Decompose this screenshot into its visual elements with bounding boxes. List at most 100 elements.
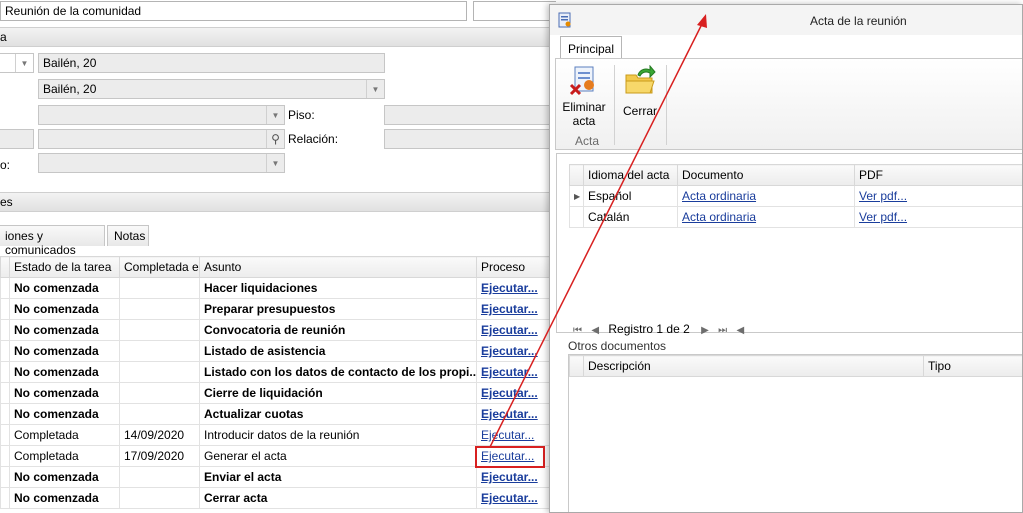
group-acta-label: Acta [575,134,600,148]
first-record-icon[interactable]: ⏮ [573,325,582,336]
col-idioma[interactable]: Idioma del acta [583,164,678,186]
col-asunto[interactable]: Asunto [199,256,477,278]
tab-principal-label: Principal [567,42,615,56]
table-row[interactable]: No comenzada Convocatoria de reunión Ejecu… [0,319,556,341]
top-right-field[interactable] [473,1,556,21]
tasks-header-row: Estado de la tarea Completada el Asunto … [0,256,556,278]
tab-comunicados[interactable]: iones y comunicados [0,225,105,257]
cell-asunto: Cierre de liquidación [199,382,477,404]
cell-fecha [119,361,200,383]
combo-field-5[interactable]: ▼ [38,153,285,173]
pdf-link[interactable]: Ver pdf... [859,210,907,224]
search-icon[interactable]: ⚲ [266,130,284,148]
table-row[interactable]: ▶ Español Acta ordinaria Ver pdf... [569,185,1022,207]
combo-field-3[interactable]: ▼ [38,105,285,125]
close-button[interactable]: Cerrar [618,64,662,118]
table-row[interactable]: Catalán Acta ordinaria Ver pdf... [569,206,1022,228]
cell-asunto: Hacer liquidaciones [199,277,477,299]
ribbon: Eliminar acta Acta Cerrar [555,58,1022,150]
table-row[interactable]: No comenzada Preparar presupuestos Ejecuta… [0,298,556,320]
meeting-title-field[interactable]: Reunión de la comunidad [0,1,467,21]
ejecutar-link[interactable]: Ejecutar... [481,491,538,505]
cell-fecha [119,298,200,320]
ejecutar-link[interactable]: Ejecutar... [481,344,538,358]
cell-fecha [119,319,200,341]
ejecutar-link[interactable]: Ejecutar... [481,386,538,400]
tab-notas[interactable]: Notas [107,225,149,246]
address-field-2-value: Bailén, 20 [43,82,97,96]
ejecutar-link[interactable]: Ejecutar... [481,365,538,379]
col-pdf[interactable]: PDF [854,164,1022,186]
piso-field[interactable] [384,105,556,125]
address-field-2[interactable]: Bailén, 20 ▼ [38,79,385,99]
table-row[interactable]: No comenzada Listado con los datos de con… [0,361,556,383]
chevron-down-icon[interactable]: ▼ [266,154,284,172]
next-record-icon[interactable]: ▶ [701,325,709,336]
cell-estado: Completada [9,445,120,467]
cell-fecha: 14/09/2020 [119,424,200,446]
table-row[interactable]: Completada 14/09/2020 Introducir datos de … [0,424,556,446]
community-window: Reunión de la comunidad a ▼ Bailén, 20 B… [0,0,556,513]
cell-asunto: Listado con los datos de contacto de los… [199,361,477,383]
section-header-2: es [0,192,556,212]
cell-estado: No comenzada [9,319,120,341]
table-row[interactable]: No comenzada Cierre de liquidación Ejecuta… [0,382,556,404]
col-estado[interactable]: Estado de la tarea [9,256,120,278]
cell-fecha [119,487,200,509]
ejecutar-link[interactable]: Ejecutar... [481,323,538,337]
acta-link[interactable]: Acta ordinaria [682,189,756,203]
chevron-down-icon[interactable]: ▼ [366,80,384,98]
chevron-down-icon[interactable]: ▼ [266,106,284,124]
col-descripcion[interactable]: Descripción [583,355,924,377]
col-tipo[interactable]: Tipo [923,355,1022,377]
cell-fecha [119,466,200,488]
ejecutar-link[interactable]: Ejecutar... [481,428,534,442]
cell-asunto: Listado de asistencia [199,340,477,362]
piso-label: Piso: [288,108,315,122]
col-proceso[interactable]: Proceso [476,256,556,278]
tab-principal[interactable]: Principal [560,36,622,59]
prev-record-icon[interactable]: ◀ [591,325,599,336]
left-field-4[interactable] [0,129,34,149]
relacion-field[interactable] [384,129,556,149]
delete-acta-label-1: Eliminar [562,100,606,114]
ribbon-separator [666,65,667,145]
cell-asunto: Cerrar acta [199,487,477,509]
address-field-1[interactable]: Bailén, 20 [38,53,385,73]
table-row[interactable]: No comenzada Enviar el acta Ejecutar... [0,466,556,488]
cell-asunto: Convocatoria de reunión [199,319,477,341]
row-indicator-header [569,164,584,186]
pdf-link[interactable]: Ver pdf... [859,189,907,203]
cell-fecha [119,277,200,299]
other-docs-panel: Descripción Tipo [568,354,1022,512]
table-row[interactable]: No comenzada Cerrar acta Ejecutar... [0,487,556,509]
delete-acta-button[interactable]: Eliminar acta [560,65,608,128]
table-row[interactable]: No comenzada Hacer liquidaciones Ejecutar.… [0,277,556,299]
cell-idioma: Español [583,185,678,207]
ejecutar-link[interactable]: Ejecutar... [481,302,538,316]
document-icon [558,12,571,28]
last-record-icon[interactable]: ⏭ [718,325,727,336]
ejecutar-link[interactable]: Ejecutar... [481,407,538,421]
chevron-down-icon[interactable]: ▼ [15,54,33,72]
cell-estado: No comenzada [9,298,120,320]
cell-estado: Completada [9,424,120,446]
cell-estado: No comenzada [9,277,120,299]
cell-asunto: Generar el acta [199,445,477,467]
ejecutar-link[interactable]: Ejecutar... [481,281,538,295]
cell-estado: No comenzada [9,382,120,404]
table-row[interactable]: No comenzada Listado de asistencia Ejecuta… [0,340,556,362]
col-documento[interactable]: Documento [677,164,855,186]
cell-asunto: Preparar presupuestos [199,298,477,320]
sort-indicator[interactable] [0,256,10,278]
acta-link[interactable]: Acta ordinaria [682,210,756,224]
table-row[interactable]: No comenzada Actualizar cuotas Ejecutar... [0,403,556,425]
col-completada[interactable]: Completada el [119,256,200,278]
ejecutar-link[interactable]: Ejecutar... [481,470,538,484]
search-field[interactable]: ⚲ [38,129,285,149]
folder-exit-icon [625,64,656,94]
scroll-left-icon[interactable]: ◀ [737,325,745,336]
left-combo-1[interactable]: ▼ [0,53,34,73]
cell-estado: No comenzada [9,403,120,425]
table-row[interactable]: Completada 17/09/2020 Generar el acta Ejecu… [0,445,556,467]
